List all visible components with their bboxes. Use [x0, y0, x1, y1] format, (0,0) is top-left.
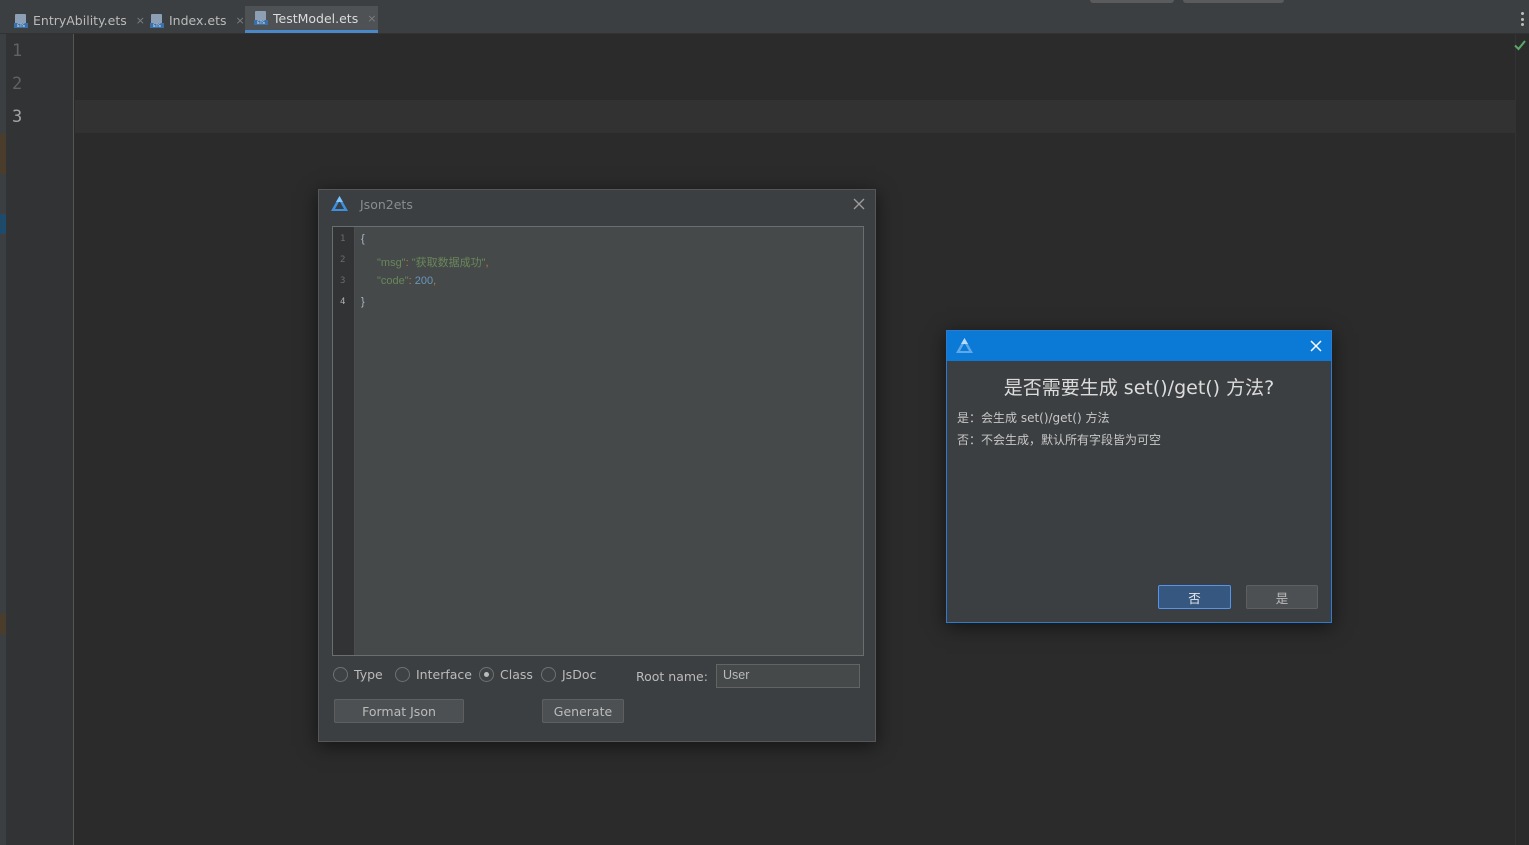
- radio-class[interactable]: Class: [479, 667, 533, 682]
- no-button[interactable]: 否: [1158, 585, 1231, 609]
- code-line: {: [361, 233, 365, 245]
- close-tab-icon[interactable]: ×: [367, 12, 376, 25]
- code-line-number: 3: [340, 276, 346, 286]
- ets-file-icon: ETS: [14, 13, 28, 28]
- ets-file-icon: ETS: [150, 13, 164, 28]
- root-name-input[interactable]: User: [716, 664, 860, 688]
- json2ets-dialog: Json2ets 1 2 3 4 { "msg": "获取数据成功", "cod…: [318, 189, 876, 742]
- line-number: 3: [12, 107, 23, 127]
- dialog-question: 是否需要生成 set()/get() 方法?: [1003, 377, 1275, 399]
- code-line-number: 2: [340, 255, 346, 265]
- tab-index[interactable]: ETS Index.ets ×: [136, 7, 245, 34]
- current-line-highlight[interactable]: [75, 100, 1527, 133]
- radio-circle[interactable]: [479, 667, 494, 682]
- radio-label: Type: [354, 667, 383, 682]
- dialog-title: Json2ets: [360, 197, 413, 212]
- generate-accessors-dialog: 是否需要生成 set()/get() 方法? 是：会生成 set()/get()…: [946, 330, 1332, 623]
- radio-interface[interactable]: Interface: [395, 667, 472, 682]
- editor-scrollbar[interactable]: [1515, 34, 1529, 845]
- radio-circle[interactable]: [541, 667, 556, 682]
- root-name-label: Root name:: [636, 669, 708, 684]
- more-options-icon[interactable]: [1520, 12, 1524, 26]
- code-gutter: 1 2 3 4: [333, 227, 355, 655]
- radio-type[interactable]: Type: [333, 667, 383, 682]
- tab-label: Index.ets: [169, 13, 227, 28]
- generate-button[interactable]: Generate: [542, 699, 624, 723]
- tab-testmodel[interactable]: ETS TestModel.ets ×: [245, 6, 378, 33]
- yes-description: 是：会生成 set()/get() 方法: [957, 411, 1110, 425]
- output-options: Type Interface Class JsDoc Root name: Us…: [332, 664, 864, 688]
- code-line: "code": 200,: [377, 275, 437, 287]
- line-number: 2: [12, 74, 23, 94]
- radio-circle[interactable]: [395, 667, 410, 682]
- code-line: }: [361, 296, 365, 308]
- checkmark-icon[interactable]: [1514, 39, 1526, 51]
- json-input-editor[interactable]: 1 2 3 4 { "msg": "获取数据成功", "code": 200, …: [332, 226, 864, 656]
- radio-jsdoc[interactable]: JsDoc: [541, 667, 596, 682]
- tab-label: TestModel.ets: [273, 10, 359, 26]
- close-tab-icon[interactable]: ×: [236, 14, 245, 27]
- close-icon[interactable]: [853, 198, 865, 210]
- ets-file-icon: ETS: [254, 11, 268, 25]
- toolbar-widget[interactable]: [1183, 0, 1284, 3]
- radio-label: JsDoc: [562, 667, 597, 682]
- format-json-button[interactable]: Format Json: [334, 699, 464, 723]
- radio-circle[interactable]: [333, 667, 348, 682]
- dialog-titlebar: [947, 331, 1331, 361]
- code-line: "msg": "获取数据成功",: [377, 257, 489, 269]
- tab-label: EntryAbility.ets: [33, 13, 127, 28]
- yes-button[interactable]: 是: [1246, 585, 1318, 609]
- editor-tab-bar: ETS EntryAbility.ets × ETS Index.ets × E…: [0, 0, 1529, 34]
- close-icon[interactable]: [1310, 340, 1322, 352]
- deveco-logo-icon: [956, 338, 973, 353]
- code-line-number: 1: [340, 234, 346, 244]
- deveco-logo-icon: [331, 196, 348, 211]
- toolbar-widget[interactable]: [1090, 0, 1174, 3]
- code-line-number: 4: [340, 297, 346, 307]
- radio-label: Class: [500, 667, 533, 682]
- line-number-gutter: 1 2 3: [6, 34, 74, 845]
- line-number: 1: [12, 41, 23, 61]
- tab-entryability[interactable]: ETS EntryAbility.ets ×: [0, 7, 145, 34]
- radio-label: Interface: [416, 667, 472, 682]
- no-description: 否：不会生成，默认所有字段皆为可空: [957, 433, 1162, 447]
